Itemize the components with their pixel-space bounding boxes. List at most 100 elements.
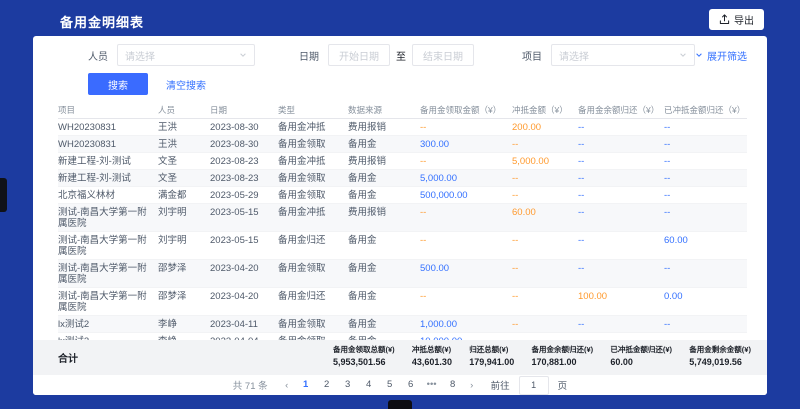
table-row[interactable]: 测试-南昌大学第一附属医院邵梦泽2023-04-20备用金归还备用金----10… xyxy=(58,288,747,316)
amount-cell: -- xyxy=(578,153,664,170)
page-button[interactable]: 6 xyxy=(403,377,419,393)
next-page-button[interactable]: › xyxy=(466,380,478,391)
amount-cell: 5,000.00 xyxy=(512,153,578,170)
summary-stat-label: 已冲抵金额归还(¥) xyxy=(610,344,672,355)
amount-cell: -- xyxy=(664,170,747,187)
table-row[interactable]: 测试-南昌大学第一附属医院刘宇明2023-05-15备用金冲抵费用报销--60.… xyxy=(58,204,747,232)
table-row[interactable]: 北京福义林材满金都2023-05-29备用金领取备用金500,000.00---… xyxy=(58,187,747,204)
amount-cell: -- xyxy=(578,170,664,187)
table-cell: 备用金领取 xyxy=(278,187,348,204)
goto-suffix: 页 xyxy=(558,378,568,392)
table-cell: 备用金冲抵 xyxy=(278,119,348,136)
amount-cell: -- xyxy=(578,204,664,232)
table-cell: 文圣 xyxy=(158,153,210,170)
table-cell: 备用金领取 xyxy=(278,170,348,187)
filter-bar: 人员 请选择 日期 开始日期 至 结束日期 项目 请选 xyxy=(88,44,747,66)
table-row[interactable]: WH20230831王洪2023-08-30备用金冲抵费用报销--200.00-… xyxy=(58,119,747,136)
summary-bar: 合计 备用金领取总额(¥)5,953,501.56冲抵总额(¥)43,601.3… xyxy=(33,340,767,375)
page-button[interactable]: 8 xyxy=(445,377,461,393)
table-cell: 备用金 xyxy=(348,316,420,333)
table-cell: 邵梦泽 xyxy=(158,288,210,316)
person-select-placeholder: 请选择 xyxy=(125,48,155,63)
column-header: 类型 xyxy=(278,101,348,119)
amount-cell: -- xyxy=(420,232,512,260)
export-button[interactable]: 导出 xyxy=(709,9,764,30)
table-header-row: 项目人员日期类型数据来源备用金领取金额（¥）冲抵金额（¥）备用金余额归还（¥）已… xyxy=(58,101,747,119)
person-select[interactable]: 请选择 xyxy=(117,44,255,66)
amount-cell: -- xyxy=(664,119,747,136)
table-cell: 备用金归还 xyxy=(278,288,348,316)
table-cell: 测试-南昌大学第一附属医院 xyxy=(58,204,158,232)
amount-cell: -- xyxy=(578,187,664,204)
column-header: 人员 xyxy=(158,101,210,119)
chevron-down-icon xyxy=(679,51,687,59)
amount-cell: -- xyxy=(512,170,578,187)
amount-cell: -- xyxy=(512,288,578,316)
amount-cell: -- xyxy=(578,260,664,288)
column-header: 数据来源 xyxy=(348,101,420,119)
date-start-placeholder: 开始日期 xyxy=(339,48,379,63)
table-row[interactable]: 新建工程-刘-测试文圣2023-08-23备用金冲抵费用报销--5,000.00… xyxy=(58,153,747,170)
summary-stat-value: 179,941.00 xyxy=(469,357,514,367)
summary-stat-label: 备用金余额归还(¥) xyxy=(531,344,593,355)
amount-cell: 0.00 xyxy=(664,288,747,316)
project-select-placeholder: 请选择 xyxy=(559,48,589,63)
column-header: 日期 xyxy=(210,101,278,119)
amount-cell: -- xyxy=(512,316,578,333)
clear-search-button[interactable]: 清空搜索 xyxy=(160,77,212,92)
amount-cell: 60.00 xyxy=(664,232,747,260)
amount-cell: -- xyxy=(664,260,747,288)
summary-stat: 已冲抵金额归还(¥)60.00 xyxy=(610,344,672,367)
table-row[interactable]: 测试-南昌大学第一附属医院邵梦泽2023-04-20备用金领取备用金500.00… xyxy=(58,260,747,288)
project-filter-label: 项目 xyxy=(522,48,542,63)
chevron-down-icon xyxy=(239,51,247,59)
table-row[interactable]: 新建工程-刘-测试文圣2023-08-23备用金领取备用金5,000.00---… xyxy=(58,170,747,187)
export-label: 导出 xyxy=(734,12,754,27)
table-cell: 2023-05-29 xyxy=(210,187,278,204)
amount-cell: -- xyxy=(664,153,747,170)
page-button[interactable]: 2 xyxy=(319,377,335,393)
column-header: 已冲抵金额归还（¥） xyxy=(664,101,751,119)
page-button[interactable]: 1 xyxy=(298,377,314,393)
topbar: 备用金明细表 导出 xyxy=(0,0,800,36)
table-cell: 测试-南昌大学第一附属医院 xyxy=(58,260,158,288)
column-header: 备用金余额归还（¥） xyxy=(578,101,664,119)
search-button[interactable]: 搜索 xyxy=(88,73,148,95)
content-card: 人员 请选择 日期 开始日期 至 结束日期 项目 请选 xyxy=(33,36,767,395)
date-end-input[interactable]: 结束日期 xyxy=(412,44,474,66)
amount-cell: 100.00 xyxy=(578,288,664,316)
date-end-placeholder: 结束日期 xyxy=(423,48,463,63)
table-row[interactable]: WH20230831王洪2023-08-30备用金领取备用金300.00----… xyxy=(58,136,747,153)
date-filter-label: 日期 xyxy=(299,48,319,63)
column-header: 备用金领取金额（¥） xyxy=(420,101,512,119)
amount-cell: 1,000.00 xyxy=(420,316,512,333)
pagination: 共 71 条 ‹ 123456•••8 › 前往 页 xyxy=(33,375,767,395)
project-select[interactable]: 请选择 xyxy=(551,44,695,66)
summary-stat-label: 备用金剩余金额(¥) xyxy=(689,344,751,355)
summary-stat: 备用金余额归还(¥) 170,881.00 xyxy=(531,344,593,367)
date-start-input[interactable]: 开始日期 xyxy=(328,44,390,66)
table-cell: 邵梦泽 xyxy=(158,260,210,288)
project-filter-group: 项目 请选择 xyxy=(522,44,695,66)
left-drawer-handle[interactable] xyxy=(0,178,7,212)
table-cell: 备用金 xyxy=(348,288,420,316)
page-button[interactable]: 3 xyxy=(340,377,356,393)
table-cell: 费用报销 xyxy=(348,153,420,170)
table-row[interactable]: 测试-南昌大学第一附属医院刘宇明2023-05-15备用金归还备用金------… xyxy=(58,232,747,260)
export-icon xyxy=(719,14,730,25)
summary-stat: 备用金领取总额(¥)5,953,501.56 xyxy=(333,344,395,367)
page-button[interactable]: 4 xyxy=(361,377,377,393)
pagination-pages: 123456•••8 xyxy=(298,377,461,393)
amount-cell: -- xyxy=(664,187,747,204)
table-cell: 备用金 xyxy=(348,187,420,204)
table-row[interactable]: lx测试2李峥2023-04-11备用金领取备用金1,000.00------ xyxy=(58,316,747,333)
table-cell: 2023-05-15 xyxy=(210,232,278,260)
table-cell: 王洪 xyxy=(158,119,210,136)
page-button[interactable]: 5 xyxy=(382,377,398,393)
prev-page-button[interactable]: ‹ xyxy=(281,380,293,391)
table-cell: 2023-08-23 xyxy=(210,170,278,187)
table-cell: 刘宇明 xyxy=(158,204,210,232)
expand-filter-link[interactable]: 展开筛选 xyxy=(695,48,747,63)
goto-page-input[interactable] xyxy=(519,376,549,395)
summary-stat-value: 170,881.00 xyxy=(531,357,593,367)
